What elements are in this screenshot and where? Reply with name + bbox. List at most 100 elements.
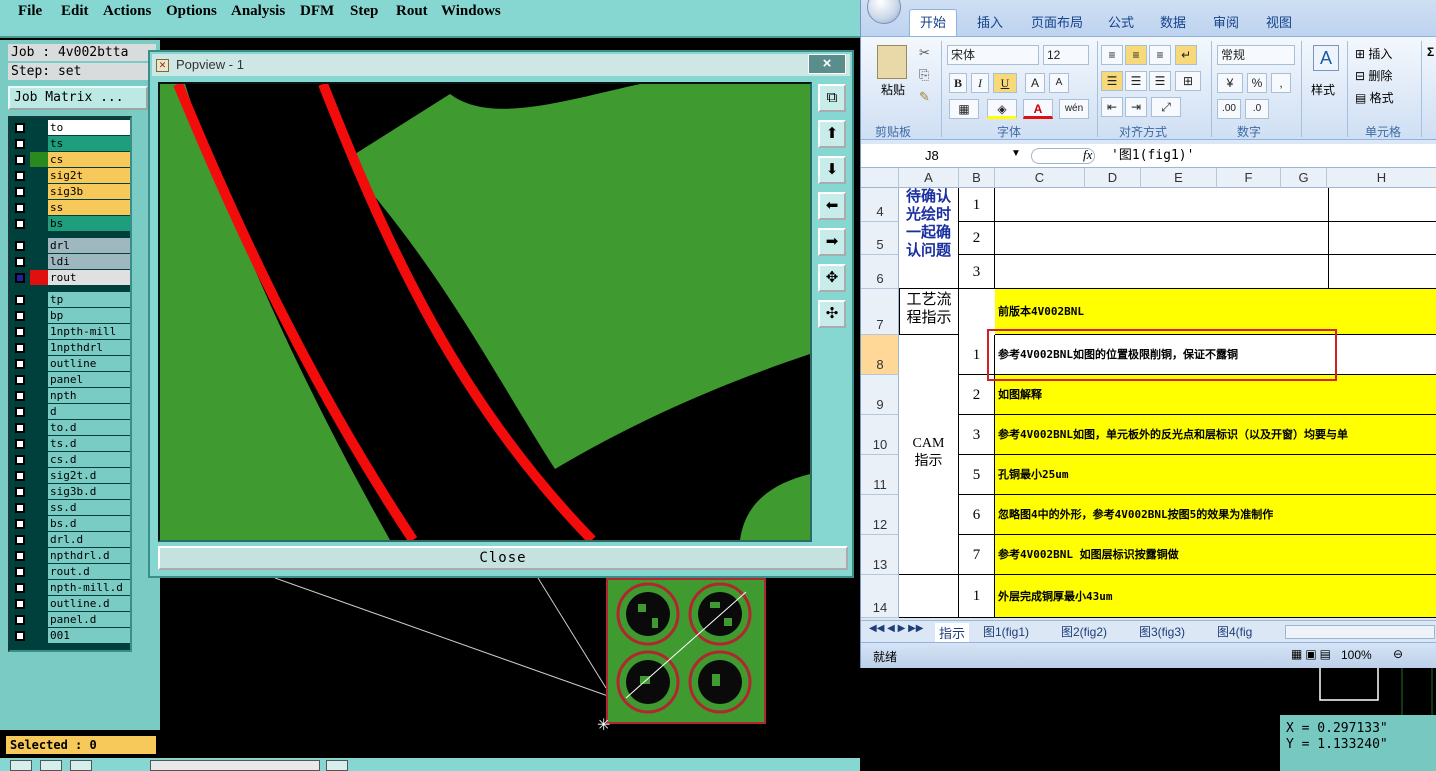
- font-color-button[interactable]: A: [1023, 99, 1053, 119]
- font-size-select[interactable]: 12: [1043, 45, 1089, 65]
- paste-icon[interactable]: [877, 45, 907, 79]
- layer-checkbox[interactable]: [15, 375, 25, 385]
- layer-row-24[interactable]: bs.d: [12, 516, 130, 532]
- row-header[interactable]: 9: [861, 375, 899, 415]
- cell-empty[interactable]: [1329, 255, 1436, 289]
- pan-up-button[interactable]: ⬆: [818, 120, 846, 148]
- job-matrix-button[interactable]: Job Matrix ...: [8, 86, 148, 110]
- tab-insert[interactable]: 插入: [977, 12, 1003, 31]
- format-cells-button[interactable]: ▤ 格式: [1355, 89, 1394, 106]
- percent-button[interactable]: %: [1247, 73, 1267, 93]
- cell-pending-header[interactable]: 待确认光绘时一起确认问题: [899, 188, 959, 289]
- column-header[interactable]: A: [899, 168, 959, 188]
- office-button[interactable]: [867, 0, 901, 24]
- layer-row-10[interactable]: tp: [12, 292, 130, 308]
- layer-row-17[interactable]: d: [12, 404, 130, 420]
- layer-checkbox[interactable]: [15, 311, 25, 321]
- comma-button[interactable]: ,: [1271, 73, 1291, 93]
- cell-process-header[interactable]: 工艺流程指示: [899, 289, 959, 335]
- cell-empty[interactable]: [995, 255, 1329, 289]
- number-format-select[interactable]: 常规: [1217, 45, 1295, 65]
- accounting-format-button[interactable]: ¥: [1217, 73, 1243, 93]
- sheet-tab[interactable]: 图2(fig2): [1061, 623, 1107, 640]
- column-header[interactable]: G: [1281, 168, 1327, 188]
- layer-checkbox[interactable]: [15, 123, 25, 133]
- pan-right-button[interactable]: ➡: [818, 228, 846, 256]
- cell-seq[interactable]: 5: [959, 455, 995, 495]
- menu-rout[interactable]: Rout: [396, 3, 428, 20]
- row-header[interactable]: 11: [861, 455, 899, 495]
- layer-checkbox[interactable]: [15, 535, 25, 545]
- cell-seq[interactable]: 2: [959, 222, 995, 255]
- zoom-level[interactable]: 100%: [1341, 648, 1372, 662]
- tab-home[interactable]: 开始: [909, 9, 957, 37]
- layer-row-29[interactable]: outline.d: [12, 596, 130, 612]
- menu-options[interactable]: Options: [166, 3, 217, 20]
- row-header-active[interactable]: 8: [861, 335, 899, 375]
- view-mode-icons[interactable]: ▦▣▤: [1291, 647, 1334, 661]
- sheet-nav-icon[interactable]: ◀◀ ◀ ▶ ▶▶: [869, 623, 923, 634]
- layer-row-19[interactable]: ts.d: [12, 436, 130, 452]
- copy-icon[interactable]: ⎘: [919, 67, 929, 83]
- tab-view[interactable]: 视图: [1266, 12, 1292, 31]
- align-bottom-button[interactable]: ≡: [1149, 45, 1171, 65]
- cell-seq[interactable]: 7: [959, 535, 995, 575]
- tab-page-layout[interactable]: 页面布局: [1031, 12, 1083, 31]
- zoom-in-button[interactable]: ✥: [818, 264, 846, 292]
- layer-row-7[interactable]: drl: [12, 238, 130, 254]
- menu-actions[interactable]: Actions: [103, 3, 151, 20]
- sheet-tab[interactable]: 图3(fig3): [1139, 623, 1185, 640]
- name-box[interactable]: J8: [865, 147, 1025, 165]
- layer-row-11[interactable]: bp: [12, 308, 130, 324]
- zoom-out-button[interactable]: ✣: [818, 300, 846, 328]
- layer-row-6[interactable]: bs: [12, 216, 130, 232]
- tab-review[interactable]: 审阅: [1213, 12, 1239, 31]
- align-right-button[interactable]: ☰: [1149, 71, 1171, 91]
- row-header[interactable]: 5: [861, 222, 899, 255]
- layer-checkbox[interactable]: [15, 391, 25, 401]
- row-header[interactable]: 4: [861, 188, 899, 222]
- grow-font-button[interactable]: A: [1025, 73, 1045, 93]
- tool-button-2[interactable]: [40, 760, 62, 771]
- layer-checkbox[interactable]: [15, 343, 25, 353]
- layer-checkbox[interactable]: [15, 423, 25, 433]
- layer-checkbox[interactable]: [15, 295, 25, 305]
- menu-analysis[interactable]: Analysis: [231, 3, 285, 20]
- align-top-button[interactable]: ≡: [1101, 45, 1123, 65]
- layer-checkbox[interactable]: [15, 551, 25, 561]
- cell-cam-row[interactable]: 孔铜最小25um: [995, 455, 1436, 495]
- layer-row-14[interactable]: outline: [12, 356, 130, 372]
- column-header[interactable]: B: [959, 168, 995, 188]
- cell-cam-row[interactable]: 参考4V002BNL 如图层标识按露铜做: [995, 535, 1436, 575]
- tool-button-3[interactable]: [70, 760, 92, 771]
- sheet-tab-active[interactable]: 指示: [935, 623, 970, 642]
- popview-titlebar[interactable]: ✕ Popview - 1 ×: [152, 54, 850, 76]
- zoom-home-button[interactable]: ⧉: [818, 84, 846, 112]
- cell-seq[interactable]: 1: [959, 575, 995, 618]
- cell-copper-thickness[interactable]: 外层完成铜厚最小43um: [995, 575, 1436, 618]
- layer-checkbox[interactable]: [15, 631, 25, 641]
- sheet-tab[interactable]: 图1(fig1): [983, 623, 1029, 640]
- italic-button[interactable]: I: [971, 73, 989, 93]
- menu-dfm[interactable]: DFM: [300, 3, 334, 20]
- command-input[interactable]: [150, 760, 320, 771]
- layer-row-28[interactable]: npth-mill.d: [12, 580, 130, 596]
- row-header[interactable]: 13: [861, 535, 899, 575]
- increase-decimal-button[interactable]: .00: [1217, 99, 1241, 119]
- column-header[interactable]: C: [995, 168, 1085, 188]
- cell-seq[interactable]: 3: [959, 255, 995, 289]
- cell-seq[interactable]: 3: [959, 415, 995, 455]
- layer-row-4[interactable]: sig3b: [12, 184, 130, 200]
- layer-row-5[interactable]: ss: [12, 200, 130, 216]
- decrease-indent-button[interactable]: ⇤: [1101, 97, 1123, 117]
- layer-checkbox[interactable]: [15, 219, 25, 229]
- close-icon[interactable]: ×: [808, 54, 846, 74]
- layer-row-31[interactable]: 001: [12, 628, 130, 644]
- layer-row-0[interactable]: to: [12, 120, 130, 136]
- chevron-down-icon[interactable]: ▼: [1011, 148, 1021, 159]
- layer-checkbox[interactable]: [15, 487, 25, 497]
- function-icon[interactable]: fx: [1083, 147, 1092, 163]
- menu-edit[interactable]: Edit: [61, 3, 89, 20]
- decrease-decimal-button[interactable]: .0: [1245, 99, 1269, 119]
- layer-row-22[interactable]: sig3b.d: [12, 484, 130, 500]
